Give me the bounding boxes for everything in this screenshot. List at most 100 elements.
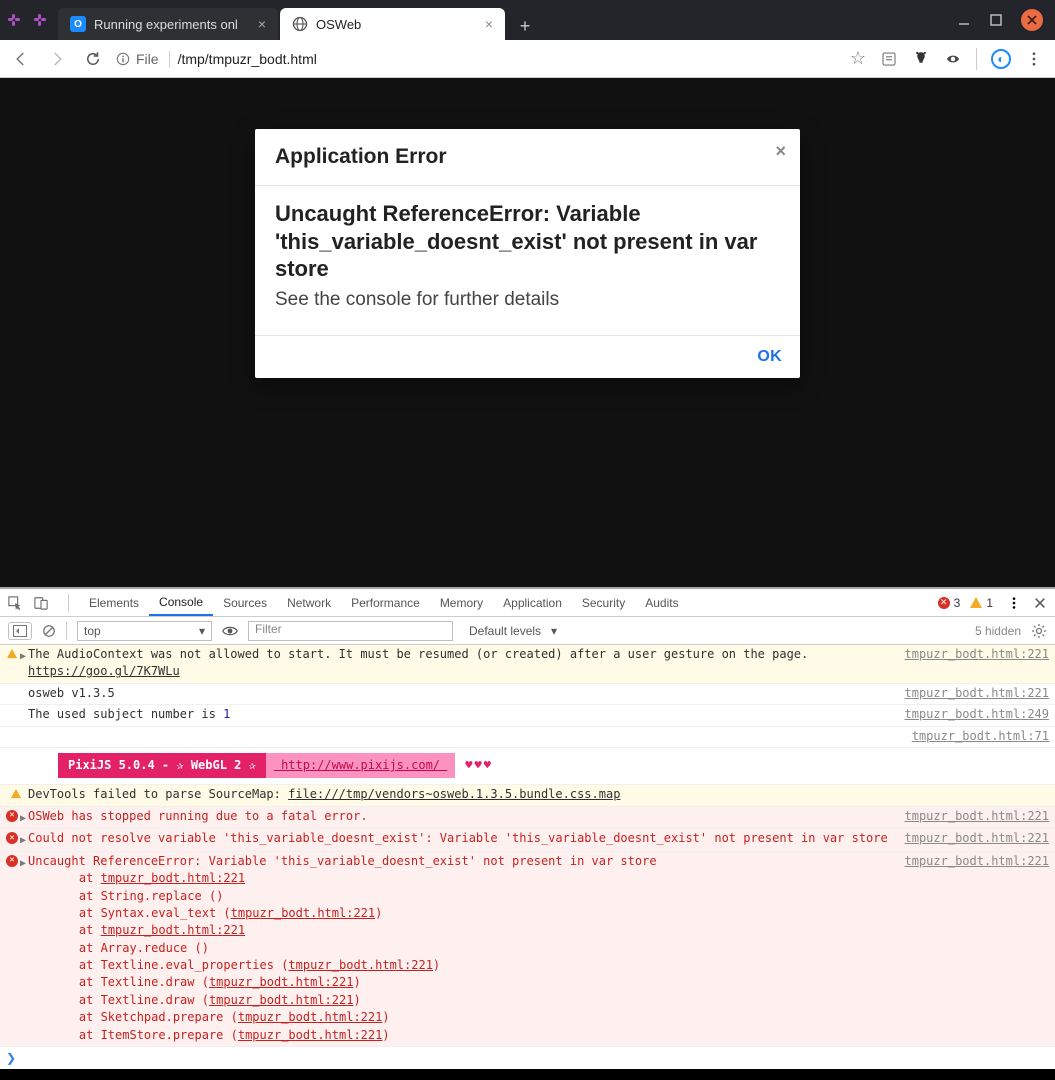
- ok-button[interactable]: OK: [757, 348, 782, 366]
- tab-label: Running experiments onl: [94, 17, 250, 32]
- panel-tab-elements[interactable]: Elements: [79, 589, 149, 616]
- device-toggle-icon[interactable]: [34, 596, 48, 610]
- console-row: PixiJS 5.0.4 - ✰ WebGL 2 ✰ http://www.pi…: [0, 748, 1055, 785]
- globe-icon: [292, 16, 308, 32]
- error-dialog: Application Error × Uncaught ReferenceEr…: [255, 129, 800, 378]
- stack-link[interactable]: tmpuzr_bodt.html:221: [231, 906, 376, 920]
- console-row: tmpuzr_bodt.html:71: [0, 727, 1055, 748]
- tab-label: OSWeb: [316, 17, 477, 32]
- extension-icon[interactable]: [944, 50, 962, 68]
- devtools-menu-icon[interactable]: [1007, 596, 1021, 610]
- source-link[interactable]: tmpuzr_bodt.html:249: [897, 706, 1050, 723]
- hidden-count: 5 hidden: [975, 624, 1021, 638]
- console-sidebar-toggle[interactable]: [8, 622, 32, 640]
- panel-tab-memory[interactable]: Memory: [430, 589, 493, 616]
- stack-link[interactable]: tmpuzr_bodt.html:221: [238, 1028, 383, 1042]
- panel-tab-sources[interactable]: Sources: [213, 589, 277, 616]
- stack-link[interactable]: tmpuzr_bodt.html:221: [101, 871, 246, 885]
- error-icon: ✕: [6, 855, 18, 867]
- expand-icon[interactable]: ▶: [20, 832, 26, 849]
- source-link[interactable]: tmpuzr_bodt.html:221: [897, 830, 1050, 849]
- dialog-heading: Uncaught ReferenceError: Variable 'this_…: [275, 200, 780, 283]
- panel-tab-audits[interactable]: Audits: [635, 589, 688, 616]
- kebab-menu-icon[interactable]: [1025, 50, 1043, 68]
- warning-badge-icon[interactable]: [970, 597, 982, 608]
- gnome-foot-icon[interactable]: [912, 50, 930, 68]
- os-icon: O: [70, 16, 86, 32]
- address-bar: File /tmp/tmpuzr_bodt.html ☆ ◐: [0, 40, 1055, 78]
- console-row: ▶The AudioContext was not allowed to sta…: [0, 645, 1055, 684]
- app-icon-slack-1[interactable]: [6, 12, 22, 28]
- live-expression-icon[interactable]: [222, 624, 238, 638]
- chevron-down-icon: ▾: [551, 624, 557, 638]
- dialog-close-button[interactable]: ×: [775, 141, 786, 162]
- inspect-icon[interactable]: [8, 596, 22, 610]
- source-link[interactable]: tmpuzr_bodt.html:221: [897, 808, 1050, 827]
- panel-tab-application[interactable]: Application: [493, 589, 572, 616]
- console-toolbar: top ▾ Filter Default levels ▾ 5 hidden: [0, 617, 1055, 645]
- stack-link[interactable]: tmpuzr_bodt.html:221: [288, 958, 433, 972]
- gear-icon[interactable]: [1031, 623, 1047, 639]
- context-select[interactable]: top ▾: [77, 621, 212, 641]
- reader-icon[interactable]: [880, 50, 898, 68]
- link[interactable]: file:///tmp/vendors~osweb.1.3.5.bundle.c…: [288, 787, 620, 801]
- filter-input[interactable]: Filter: [248, 621, 453, 641]
- page-content: Application Error × Uncaught ReferenceEr…: [0, 78, 1055, 587]
- clear-console-icon[interactable]: [42, 624, 56, 638]
- stack-link[interactable]: tmpuzr_bodt.html:221: [238, 1010, 383, 1024]
- expand-icon[interactable]: ▶: [20, 810, 26, 827]
- tab-osweb[interactable]: OSWeb ×: [280, 8, 505, 40]
- warning-icon: [11, 789, 21, 798]
- star-icon[interactable]: ☆: [850, 48, 866, 69]
- heart-icon: ♥♥♥: [465, 758, 493, 772]
- tab-strip: O Running experiments onl × OSWeb × +: [54, 0, 945, 40]
- error-icon: ✕: [6, 832, 18, 844]
- warning-count: 1: [986, 596, 993, 610]
- info-icon[interactable]: [116, 52, 130, 66]
- url-box[interactable]: File /tmp/tmpuzr_bodt.html: [116, 51, 836, 67]
- prompt-icon: ❯: [6, 1051, 16, 1065]
- devtools: ElementsConsoleSourcesNetworkPerformance…: [0, 587, 1055, 1069]
- pixi-badge: PixiJS 5.0.4 - ✰ WebGL 2 ✰: [58, 753, 266, 778]
- source-link[interactable]: tmpuzr_bodt.html:221: [897, 646, 1050, 681]
- panel-tab-network[interactable]: Network: [277, 589, 341, 616]
- stack-link[interactable]: tmpuzr_bodt.html:221: [209, 975, 354, 989]
- pixi-link[interactable]: http://www.pixijs.com/: [266, 753, 455, 778]
- url-path: /tmp/tmpuzr_bodt.html: [178, 51, 317, 67]
- error-badge-icon[interactable]: ✕: [938, 597, 950, 609]
- devtools-tabs: ElementsConsoleSourcesNetworkPerformance…: [0, 587, 1055, 617]
- console-row: ✕▶Uncaught ReferenceError: Variable 'thi…: [0, 852, 1055, 1047]
- console-row: ✕▶OSWeb has stopped running due to a fat…: [0, 807, 1055, 830]
- app-icon-slack-2[interactable]: [32, 12, 48, 28]
- maximize-icon[interactable]: [989, 13, 1003, 27]
- window-close-button[interactable]: [1021, 9, 1043, 31]
- new-tab-button[interactable]: +: [511, 12, 539, 40]
- devtools-close-icon[interactable]: [1033, 596, 1047, 610]
- panel-tab-console[interactable]: Console: [149, 589, 213, 616]
- onepassword-icon[interactable]: ◐: [991, 49, 1011, 69]
- source-link[interactable]: tmpuzr_bodt.html:221: [897, 685, 1050, 702]
- stack-link[interactable]: tmpuzr_bodt.html:221: [101, 923, 246, 937]
- panel-tab-security[interactable]: Security: [572, 589, 635, 616]
- link[interactable]: https://goo.gl/7K7WLu: [28, 664, 180, 678]
- chevron-down-icon: ▾: [199, 624, 205, 638]
- back-icon[interactable]: [12, 50, 30, 68]
- levels-select[interactable]: Default levels ▾: [463, 621, 563, 641]
- console-output: ▶The AudioContext was not allowed to sta…: [0, 645, 1055, 1047]
- panel-tab-performance[interactable]: Performance: [341, 589, 430, 616]
- expand-icon[interactable]: ▶: [20, 855, 26, 872]
- context-value: top: [84, 624, 101, 638]
- reload-icon[interactable]: [84, 50, 102, 68]
- source-link[interactable]: tmpuzr_bodt.html:71: [904, 728, 1049, 745]
- close-icon[interactable]: ×: [485, 16, 493, 32]
- close-icon[interactable]: ×: [258, 16, 266, 32]
- source-link[interactable]: tmpuzr_bodt.html:221: [897, 853, 1050, 1044]
- error-count: 3: [954, 596, 961, 610]
- forward-icon[interactable]: [48, 50, 66, 68]
- expand-icon[interactable]: ▶: [20, 648, 26, 665]
- tab-running-experiments[interactable]: O Running experiments onl ×: [58, 8, 278, 40]
- stack-link[interactable]: tmpuzr_bodt.html:221: [209, 993, 354, 1007]
- console-row: ✕▶Could not resolve variable 'this_varia…: [0, 829, 1055, 852]
- minimize-icon[interactable]: [957, 13, 971, 27]
- console-prompt[interactable]: ❯: [0, 1047, 1055, 1069]
